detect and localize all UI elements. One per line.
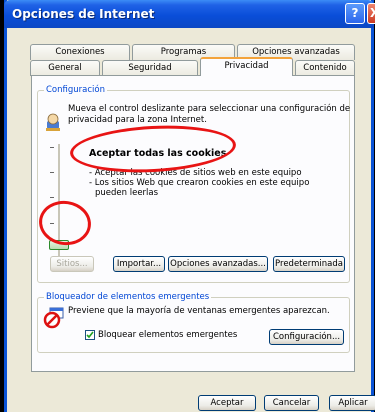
import-button[interactable]: Importar... xyxy=(113,256,165,272)
help-button[interactable]: ? xyxy=(345,3,365,24)
tab-conexiones[interactable]: Conexiones xyxy=(30,44,130,60)
configuration-group-label: Configuración xyxy=(44,85,107,95)
tab-seguridad[interactable]: Seguridad xyxy=(102,60,198,76)
block-popups-label: Bloquear elementos emergentes xyxy=(98,330,238,340)
internet-options-dialog: Opciones de Internet ? X Conexiones Prog… xyxy=(4,0,375,412)
block-popups-checkbox[interactable] xyxy=(85,330,95,340)
tab-general[interactable]: General xyxy=(30,60,100,76)
configuration-description-line2: privacidad para la zona Internet. xyxy=(68,115,207,125)
configuration-description-line1: Mueva el control deslizante para selecci… xyxy=(68,104,351,114)
popup-blocker-description: Previene que la mayoría de ventanas emer… xyxy=(68,306,330,316)
default-button[interactable]: Predeterminada xyxy=(273,256,345,272)
advanced-options-button[interactable]: Opciones avanzadas... xyxy=(168,256,268,272)
privacy-icon xyxy=(46,113,60,131)
popup-settings-button[interactable]: Configuración... xyxy=(269,329,344,345)
popup-blocker-icon xyxy=(43,307,64,329)
configuration-group: Configuración Mueva el control deslizant… xyxy=(37,85,351,283)
privacy-level-bullet2-cont: pueden leerlas xyxy=(95,188,159,198)
popup-blocker-group: Bloqueador de elementos emergentes Previ… xyxy=(37,292,350,353)
cancel-button[interactable]: Cancelar xyxy=(264,395,319,411)
title-bar[interactable]: Opciones de Internet ? X xyxy=(4,0,375,28)
tab-privacidad[interactable]: Privacidad xyxy=(200,57,293,76)
popup-blocker-group-label: Bloqueador de elementos emergentes xyxy=(44,292,212,302)
window-title: Opciones de Internet xyxy=(12,7,155,21)
privacy-level-bullet2: - Los sitios Web que crearon cookies en … xyxy=(89,178,310,188)
accept-button[interactable]: Aceptar xyxy=(198,395,256,411)
tab-contenido[interactable]: Contenido xyxy=(295,60,355,76)
close-button[interactable]: X xyxy=(367,3,375,24)
apply-button[interactable]: Aplicar xyxy=(329,395,375,411)
sites-button[interactable]: Sitios... xyxy=(50,256,94,272)
